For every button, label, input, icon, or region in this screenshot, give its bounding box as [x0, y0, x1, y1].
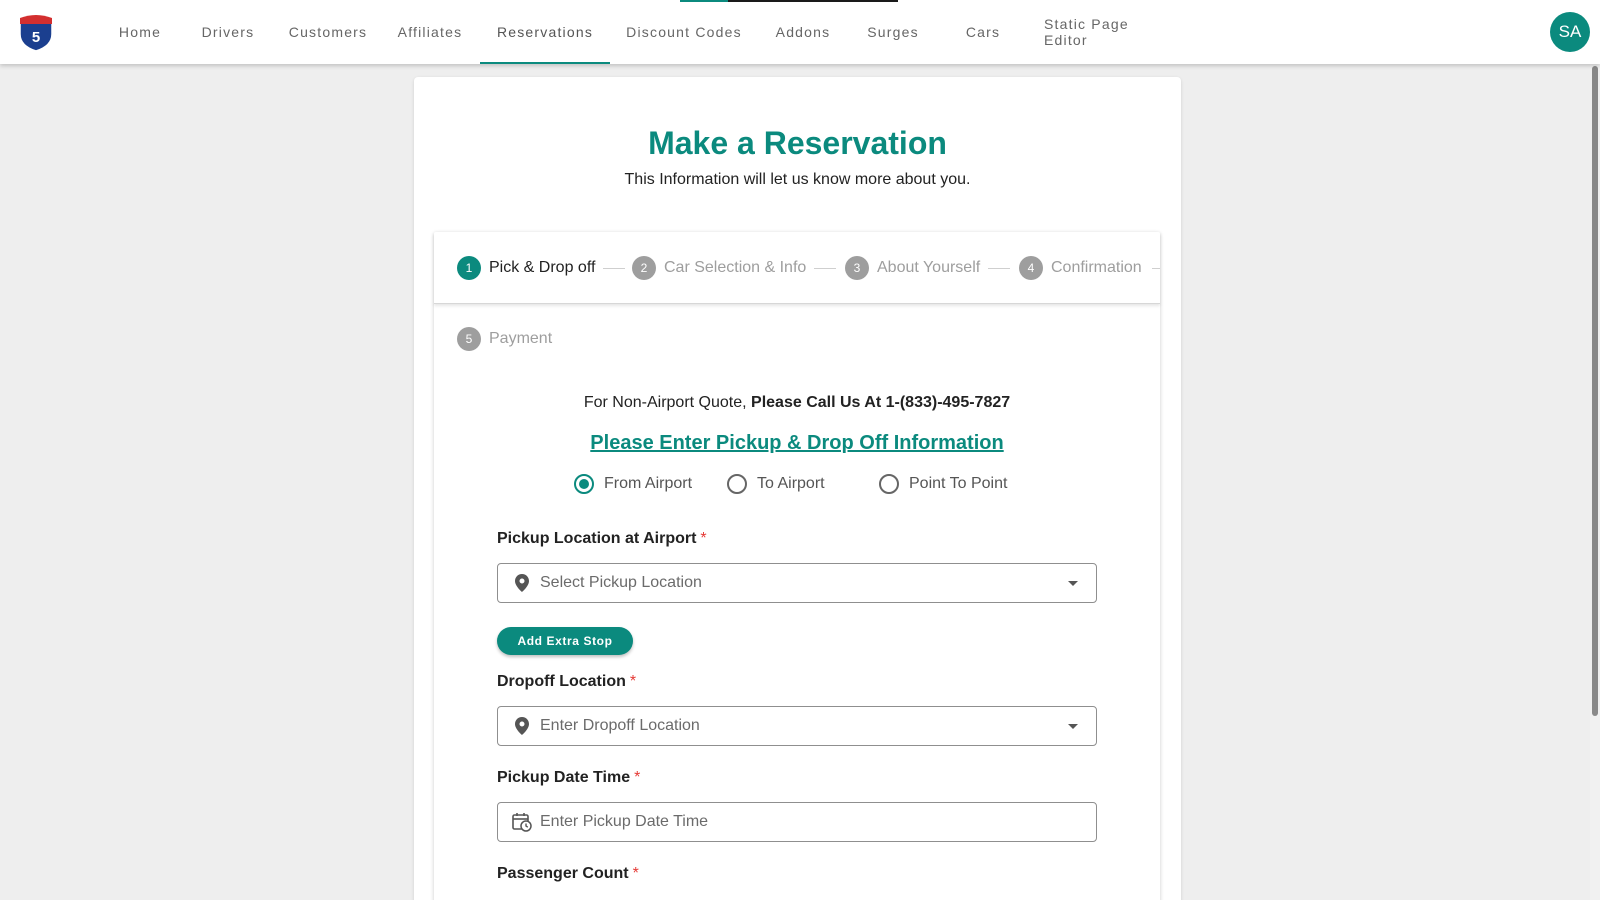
required-asterisk: *: [700, 530, 707, 547]
required-asterisk: *: [634, 769, 641, 786]
step-confirmation[interactable]: 4 Confirmation: [1019, 256, 1142, 280]
pickup-datetime-label: Pickup Date Time *: [497, 769, 640, 787]
nav-home[interactable]: Home: [100, 0, 180, 64]
scrollbar-thumb[interactable]: [1592, 66, 1598, 716]
nav-customers[interactable]: Customers: [276, 0, 380, 64]
step-label: Payment: [489, 330, 553, 347]
step-label: Pick & Drop off: [489, 259, 596, 276]
interstate-shield-icon: 5: [19, 14, 53, 52]
dropoff-placeholder: Enter Dropoff Location: [540, 717, 700, 734]
step-payment[interactable]: 5 Payment: [457, 327, 552, 351]
step-number: 4: [1019, 256, 1043, 280]
page-title: Make a Reservation: [648, 125, 947, 161]
step-divider: [814, 268, 836, 269]
datetime-placeholder: Enter Pickup Date Time: [540, 813, 709, 830]
main-nav: Home Drivers Customers Affiliates Reserv…: [100, 0, 1190, 64]
nav-reservations[interactable]: Reservations: [480, 0, 610, 64]
radio-checked-icon: [574, 474, 594, 494]
step-divider: [988, 268, 1010, 269]
radio-to-airport[interactable]: To Airport: [727, 474, 825, 494]
step-number: 3: [845, 256, 869, 280]
radio-unchecked-icon: [727, 474, 747, 494]
pickup-location-label: Pickup Location at Airport *: [497, 530, 707, 548]
step-number: 2: [632, 256, 656, 280]
non-airport-notice: For Non-Airport Quote, Please Call Us At…: [434, 394, 1160, 412]
nav-drivers[interactable]: Drivers: [180, 0, 276, 64]
stepper-header: 1 Pick & Drop off 2 Car Selection & Info…: [434, 232, 1160, 304]
pickup-datetime-input[interactable]: Enter Pickup Date Time: [497, 802, 1097, 842]
call-us-phone: Please Call Us At 1-(833)-495-7827: [751, 394, 1011, 411]
step-car-selection[interactable]: 2 Car Selection & Info: [632, 256, 806, 280]
notice-prefix: For Non-Airport Quote,: [583, 394, 747, 411]
pickup-location-select[interactable]: Select Pickup Location: [497, 563, 1097, 603]
step-divider: [603, 268, 625, 269]
dropoff-location-select[interactable]: Enter Dropoff Location: [497, 706, 1097, 746]
reservation-card: Make a Reservation This Information will…: [414, 77, 1181, 900]
radio-label: Point To Point: [909, 475, 1008, 492]
step-number: 1: [457, 256, 481, 280]
radio-point-to-point[interactable]: Point To Point: [879, 474, 1007, 494]
map-pin-icon: [512, 573, 532, 593]
user-avatar[interactable]: SA: [1550, 12, 1590, 52]
step-pick-drop[interactable]: 1 Pick & Drop off: [457, 256, 595, 280]
step-label: Confirmation: [1051, 259, 1142, 276]
reservation-stepper: 1 Pick & Drop off 2 Car Selection & Info…: [434, 232, 1160, 900]
step-divider: [1152, 268, 1160, 269]
step-label: About Yourself: [877, 259, 981, 276]
label-text: Pickup Location at Airport: [497, 530, 697, 547]
page-subtitle: This Information will let us know more a…: [624, 171, 971, 188]
nav-surges[interactable]: Surges: [848, 0, 938, 64]
radio-label: To Airport: [757, 475, 825, 492]
nav-addons[interactable]: Addons: [758, 0, 848, 64]
top-navbar: 5 Home Drivers Customers Affiliates Rese…: [0, 0, 1600, 64]
svg-text:5: 5: [32, 29, 40, 46]
pickup-dropoff-heading[interactable]: Please Enter Pickup & Drop Off Informati…: [434, 432, 1160, 455]
required-asterisk: *: [629, 673, 637, 690]
calendar-clock-icon: [512, 812, 532, 832]
radio-label: From Airport: [604, 475, 693, 492]
label-text: Pickup Date Time: [497, 769, 631, 786]
label-text: Dropoff Location: [497, 673, 626, 690]
nav-discount-codes[interactable]: Discount Codes: [610, 0, 758, 64]
step-label: Car Selection & Info: [664, 259, 807, 276]
passenger-count-label: Passenger Count *: [497, 865, 639, 883]
add-extra-stop-button[interactable]: Add Extra Stop: [497, 627, 633, 655]
chevron-down-icon[interactable]: [1068, 723, 1078, 729]
chevron-down-icon[interactable]: [1068, 580, 1078, 586]
map-pin-icon: [512, 716, 532, 736]
radio-unchecked-icon: [879, 474, 899, 494]
required-asterisk: *: [632, 865, 639, 882]
dropoff-location-label: Dropoff Location *: [497, 673, 636, 691]
step-about-yourself[interactable]: 3 About Yourself: [845, 256, 980, 280]
step-number: 5: [457, 327, 481, 351]
pickup-placeholder: Select Pickup Location: [540, 574, 702, 591]
radio-from-airport[interactable]: From Airport: [574, 474, 692, 494]
nav-cars[interactable]: Cars: [938, 0, 1028, 64]
nav-static-page-editor[interactable]: Static Page Editor: [1028, 0, 1190, 64]
nav-affiliates[interactable]: Affiliates: [380, 0, 480, 64]
label-text: Passenger Count: [497, 865, 629, 882]
trip-type-group: From Airport To Airport Point To Point: [434, 474, 1160, 504]
brand-logo[interactable]: 5: [16, 12, 56, 52]
